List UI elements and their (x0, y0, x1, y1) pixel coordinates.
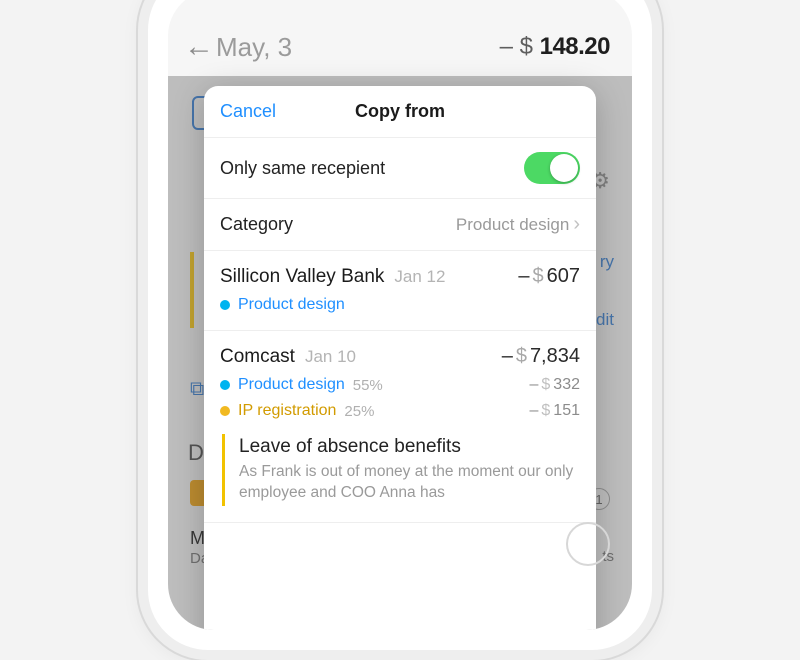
nav-date: May, 3 (216, 32, 500, 63)
transaction-row[interactable]: Comcast Jan 10 –$7,834 Product design 55… (204, 331, 596, 523)
note-title: Leave of absence benefits (239, 436, 578, 458)
only-same-toggle[interactable] (524, 152, 580, 184)
transaction-amount: –$607 (518, 265, 580, 288)
category-row[interactable]: Category Product design › (204, 199, 596, 251)
transaction-tag: Product design (220, 296, 580, 314)
chevron-right-icon: › (573, 213, 580, 236)
transaction-vendor: Sillicon Valley Bank (220, 266, 384, 288)
nav-bar: ← May, 3 – $ 148.20 (168, 0, 632, 76)
transaction-tag: IP registration 25% –$151 (220, 402, 580, 420)
transaction-note: Leave of absence benefits As Frank is ou… (222, 434, 578, 506)
transaction-list: Sillicon Valley Bank Jan 12 –$607 Produc… (204, 251, 596, 630)
tag-dot-icon (220, 380, 230, 390)
tag-name: Product design (238, 376, 345, 394)
only-same-recipient-row[interactable]: Only same recepient (204, 138, 596, 199)
category-label: Category (220, 214, 456, 235)
note-body: As Frank is out of money at the moment o… (239, 462, 578, 504)
transaction-date: Jan 10 (305, 347, 356, 367)
tag-name: Product design (238, 296, 345, 314)
tag-percent: 55% (353, 377, 383, 394)
transaction-row[interactable]: Sillicon Valley Bank Jan 12 –$607 Produc… (204, 251, 596, 331)
modal-header: Cancel Copy from (204, 86, 596, 138)
tag-percent: 25% (344, 403, 374, 420)
back-icon[interactable]: ← (184, 30, 208, 64)
transaction-amount: –$7,834 (502, 345, 580, 368)
touch-indicator (566, 522, 610, 566)
category-value: Product design (456, 215, 569, 235)
transaction-tag: Product design 55% –$332 (220, 376, 580, 394)
transaction-date: Jan 12 (394, 267, 445, 287)
tag-amount: –$332 (529, 376, 580, 394)
nav-amount: – $ 148.20 (500, 33, 610, 61)
modal-title: Copy from (220, 101, 580, 122)
tag-dot-icon (220, 406, 230, 416)
tag-name: IP registration (238, 402, 336, 420)
only-same-label: Only same recepient (220, 158, 524, 179)
transaction-vendor: Comcast (220, 346, 295, 368)
tag-dot-icon (220, 300, 230, 310)
copy-from-modal: Cancel Copy from Only same recepient Cat… (204, 86, 596, 630)
tag-amount: –$151 (529, 402, 580, 420)
